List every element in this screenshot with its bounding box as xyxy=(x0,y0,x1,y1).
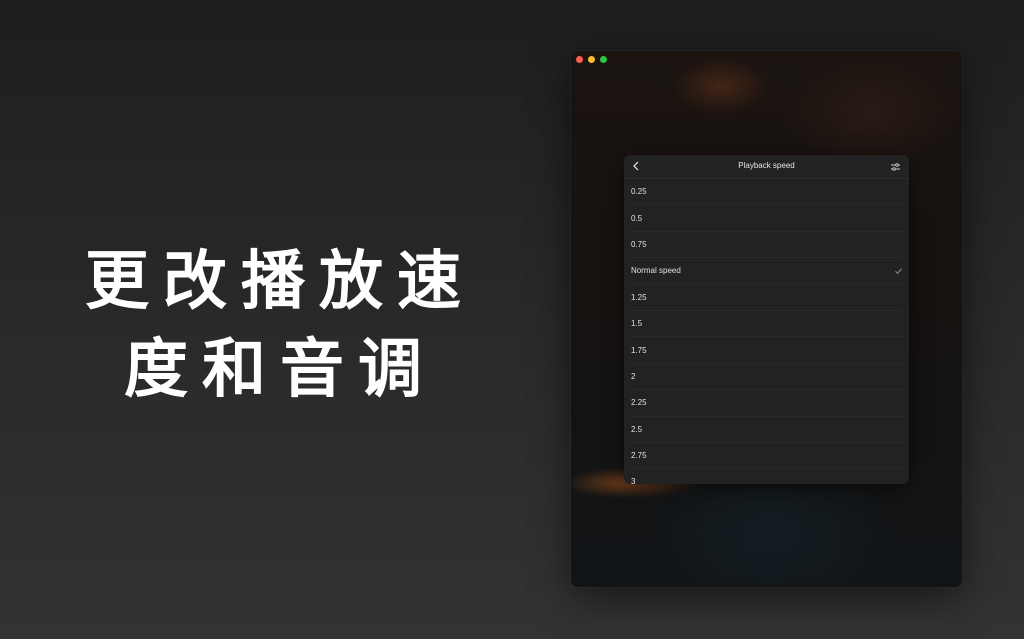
speed-option-label: Normal speed xyxy=(631,266,681,276)
speed-option[interactable]: 0.75 xyxy=(630,232,903,259)
settings-button[interactable] xyxy=(886,158,904,176)
speed-option[interactable]: 2.25 xyxy=(630,390,903,417)
speed-option-label: 1.25 xyxy=(631,292,647,302)
speed-option-label: 2.75 xyxy=(631,451,647,461)
speed-option[interactable]: 2.75 xyxy=(630,443,903,470)
speed-option[interactable]: 2.5 xyxy=(630,417,903,443)
close-window-button[interactable] xyxy=(576,56,583,63)
speed-option[interactable]: Normal speed xyxy=(630,258,903,285)
checkmark-icon xyxy=(895,268,902,274)
speed-options-list: 0.25 0.5 0.75 Normal speed 1.25 1.5 1.75 2 2.25 2… xyxy=(624,179,909,484)
speed-option-label: 0.5 xyxy=(631,213,643,223)
speed-option[interactable]: 3 xyxy=(630,469,903,484)
speed-option[interactable]: 1.25 xyxy=(630,285,903,311)
headline-line-2: 度和音调 xyxy=(124,333,436,407)
speed-option-label: 0.75 xyxy=(631,239,647,249)
promo-headline: 更改播放速 度和音调 xyxy=(40,238,520,414)
speed-option[interactable]: 1.5 xyxy=(630,311,903,338)
zoom-window-button[interactable] xyxy=(600,56,607,63)
speed-option-label: 1.5 xyxy=(631,319,643,329)
speed-option-label: 3 xyxy=(631,477,636,484)
speed-option[interactable]: 0.25 xyxy=(630,179,903,206)
window-controls xyxy=(576,56,607,63)
panel-header: Playback speed xyxy=(624,155,909,179)
speed-option-label: 2.25 xyxy=(631,398,647,408)
speed-option-label: 1.75 xyxy=(631,345,647,355)
sliders-icon xyxy=(890,163,900,171)
minimize-window-button[interactable] xyxy=(588,56,595,63)
speed-option[interactable]: 1.75 xyxy=(630,337,903,364)
playback-speed-panel: Playback speed 0.25 0.5 0.75 Normal speed 1.… xyxy=(624,155,909,484)
speed-option-label: 2.5 xyxy=(631,424,643,434)
headline-line-1: 更改播放速 xyxy=(85,245,475,319)
speed-option[interactable]: 0.5 xyxy=(630,205,903,232)
speed-option-label: 0.25 xyxy=(631,187,647,197)
app-window: Playback speed 0.25 0.5 0.75 Normal speed 1.… xyxy=(571,51,962,587)
speed-option[interactable]: 2 xyxy=(630,364,903,391)
speed-option-label: 2 xyxy=(631,371,636,381)
panel-title: Playback speed xyxy=(738,161,795,170)
